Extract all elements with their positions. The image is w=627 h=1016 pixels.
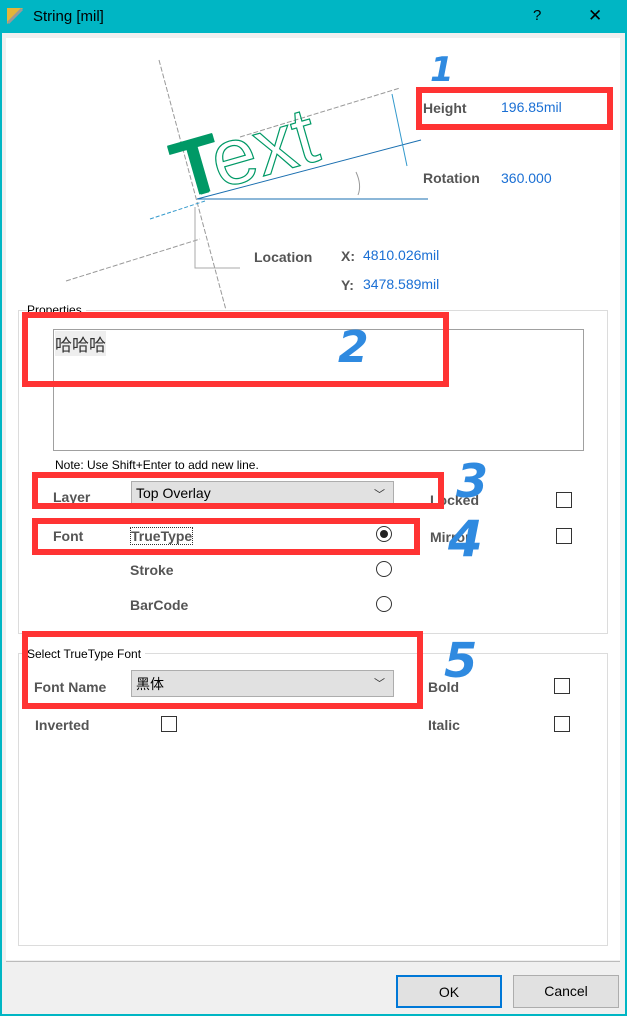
footer-divider [6, 961, 620, 962]
cancel-button[interactable]: Cancel [513, 975, 619, 1008]
annotation-box-5 [22, 631, 423, 709]
font-option-barcode-radio[interactable] [376, 596, 392, 612]
baseline-extension [65, 238, 201, 282]
ok-button[interactable]: OK [396, 975, 502, 1008]
bold-checkbox[interactable] [554, 678, 570, 694]
text-preview-diagram: Text T [65, 59, 428, 311]
note-text: Note: Use Shift+Enter to add new line. [55, 458, 259, 472]
rotation-value[interactable]: 360.000 [501, 170, 552, 186]
y-label: Y: [341, 277, 354, 293]
rotation-label: Rotation [423, 170, 480, 186]
annotation-number-2: 2 [338, 322, 369, 373]
x-value[interactable]: 4810.026mil [363, 247, 439, 263]
annotation-box-3 [32, 472, 444, 509]
annotation-box-2 [22, 312, 449, 387]
italic-label: Italic [428, 717, 460, 733]
font-option-stroke-radio[interactable] [376, 561, 392, 577]
annotation-number-4: 4 [448, 510, 483, 568]
location-label: Location [254, 249, 313, 265]
annotation-number-1: 1 [430, 50, 454, 90]
italic-checkbox[interactable] [554, 716, 570, 732]
locked-checkbox[interactable] [556, 492, 572, 508]
mirror-checkbox[interactable] [556, 528, 572, 544]
rotation-arc [355, 171, 361, 196]
annotation-box-4 [32, 518, 420, 555]
inverted-label: Inverted [35, 717, 90, 733]
y-value[interactable]: 3478.589mil [363, 276, 439, 292]
location-marker [194, 207, 240, 269]
annotation-box-1 [416, 87, 613, 130]
x-label: X: [341, 248, 355, 264]
annotation-number-5: 5 [444, 633, 478, 689]
inverted-checkbox[interactable] [161, 716, 177, 732]
height-dimension [391, 93, 408, 167]
annotation-number-3: 3 [456, 454, 489, 508]
font-option-stroke-label[interactable]: Stroke [130, 562, 174, 578]
font-option-barcode-label[interactable]: BarCode [130, 597, 188, 613]
